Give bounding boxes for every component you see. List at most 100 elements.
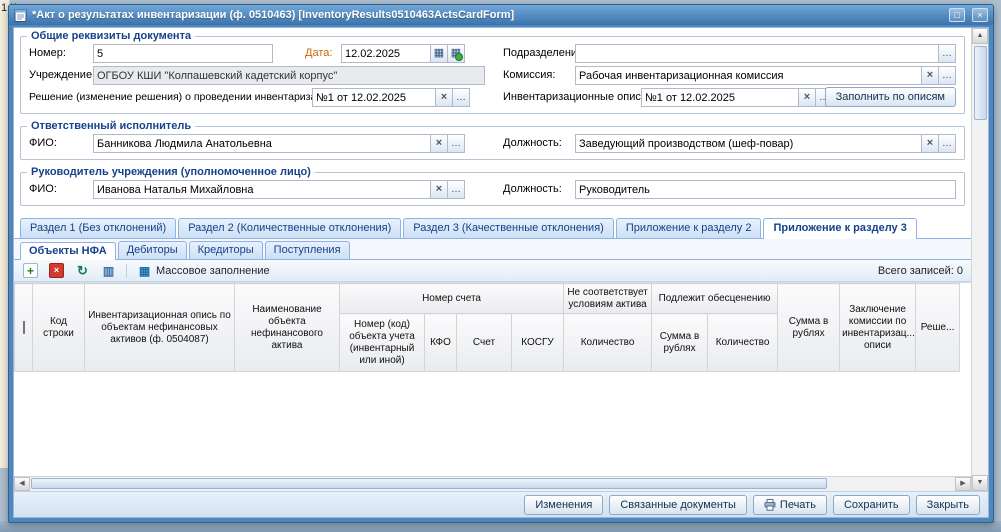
column-header-object-number[interactable]: Номер (код) объекта учета (инвентарный и… [339,313,425,372]
mass-fill-icon: ▦ [138,263,151,278]
head-fio-input[interactable] [93,180,431,199]
select-all-checkbox[interactable] [22,320,25,334]
nfa-objects-grid: Код строки Инвентаризационная опись по о… [14,282,971,491]
mass-fill-button[interactable]: ▦ Массовое заполнение [134,261,273,280]
print-button-label: Печать [779,498,816,511]
commission-input[interactable] [575,66,922,85]
responsible-fieldset: Ответственный исполнитель ФИО: × … Должн… [20,120,965,160]
grid-horizontal-scrollbar[interactable]: ◀ ▶ [14,476,971,491]
fill-by-inventories-button[interactable]: Заполнить по описям [824,87,956,107]
select-all-header[interactable] [14,283,33,372]
head-fio-lookup-button[interactable]: … [448,180,465,199]
responsible-position-clear-button[interactable]: × [922,134,939,153]
decision-lookup-button[interactable]: … [453,88,470,107]
grid-body-empty[interactable] [14,372,971,476]
close-button[interactable]: × [972,8,988,22]
head-position-input[interactable] [575,180,956,199]
column-header-kosgu[interactable]: КОСГУ [510,313,565,372]
close-form-button[interactable]: Закрыть [915,494,980,515]
head-fio-label: ФИО: [29,183,57,195]
inventories-clear-button[interactable]: × [799,88,816,107]
column-header-account[interactable]: Счет [456,313,512,372]
footer-button-bar: Изменения Связанные документы Печать Сох… [14,491,988,517]
mass-fill-label: Массовое заполнение [156,264,270,277]
column-header-qty-impairment[interactable]: Количество [707,313,779,372]
head-position-label: Должность: [503,183,562,195]
maximize-button[interactable]: □ [949,8,965,22]
tab-prilozhenie-3[interactable]: Приложение к разделу 3 [763,218,917,239]
horizontal-scroll-track[interactable] [30,477,955,491]
department-lookup-button[interactable]: … [939,44,956,63]
responsible-fio-clear-button[interactable]: × [431,134,448,153]
column-header-object-name[interactable]: Наименование объекта нефинансового актив… [234,283,340,372]
printer-icon [764,498,776,511]
commission-clear-button[interactable]: × [922,66,939,85]
form-vertical-scrollbar[interactable]: ▲ ▼ [971,28,988,491]
calendar-icon[interactable]: ▦ [431,44,448,63]
column-header-sum-rub-2[interactable]: Сумма в рублях [777,283,841,372]
window-body: Общие реквизиты документа Номер: Дата: ▦… [13,27,989,518]
subtab-kreditory[interactable]: Кредиторы [188,241,263,259]
responsible-fio-lookup-button[interactable]: … [448,134,465,153]
column-header-row-code[interactable]: Код строки [32,283,85,372]
grid-toolbar: + × ↻ ▥ ▦ Массовое заполнение Всего запи… [14,260,971,282]
general-row-1: Номер: Дата: ▦ ▦ Подразделение: [27,43,958,65]
save-button[interactable]: Сохранить [832,494,910,515]
date-label[interactable]: Дата: [305,47,332,59]
refresh-icon: ↻ [77,263,88,278]
general-fieldset: Общие реквизиты документа Номер: Дата: ▦… [20,30,965,114]
responsible-position-input[interactable] [575,134,922,153]
responsible-fio-input[interactable] [93,134,431,153]
copy-row-button[interactable]: ▥ [98,261,119,280]
column-header-sum-rub-1[interactable]: Сумма в рублях [651,313,709,372]
tab-razdel-3[interactable]: Раздел 3 (Качественные отклонения) [403,218,614,238]
tab-razdel-2[interactable]: Раздел 2 (Количественные отклонения) [178,218,402,238]
window-title: *Акт о результатах инвентаризации (ф. 05… [32,9,515,21]
decision-input[interactable] [312,88,436,107]
scroll-up-arrow[interactable]: ▲ [972,28,988,44]
inventories-input[interactable] [641,88,799,107]
add-row-button[interactable]: + [20,261,41,280]
head-row: ФИО: × … Должность: [27,179,958,201]
print-button[interactable]: Печать [752,494,827,515]
tab-prilozhenie-2[interactable]: Приложение к разделу 2 [615,218,762,238]
form-icon [14,8,27,22]
decision-clear-button[interactable]: × [436,88,453,107]
vertical-scroll-track[interactable] [972,44,988,475]
scroll-down-arrow[interactable]: ▼ [972,475,988,491]
refresh-button[interactable]: ↻ [72,261,93,280]
column-header-qty-not-matching[interactable]: Количество [563,313,653,372]
subtab-postupleniya[interactable]: Поступления [264,241,350,259]
subtab-obekty-nfa[interactable]: Объекты НФА [20,242,116,260]
institution-input [93,66,485,85]
commission-lookup-button[interactable]: … [939,66,956,85]
date-input[interactable] [341,44,431,63]
department-label: Подразделение: [503,47,587,59]
tab-razdel-1[interactable]: Раздел 1 (Без отклонений) [20,218,177,238]
column-header-commission-conclusion[interactable]: Заключение комиссии по инвентаризац... о… [839,283,917,372]
commission-label: Комиссия: [503,69,556,81]
delete-row-button[interactable]: × [46,261,67,280]
inventory-act-window: *Акт о результатах инвентаризации (ф. 05… [8,4,994,523]
related-documents-button[interactable]: Связанные документы [609,494,747,515]
number-input[interactable] [93,44,273,63]
head-fio-clear-button[interactable]: × [431,180,448,199]
changes-button[interactable]: Изменения [524,494,604,515]
column-header-inventory-list[interactable]: Инвентаризационная опись по объектам неф… [84,283,235,372]
head-legend: Руководитель учреждения (уполномоченное … [31,166,311,178]
calendar-today-icon[interactable]: ▦ [448,44,465,63]
department-input[interactable] [575,44,939,63]
column-header-decision[interactable]: Реше... [915,283,961,372]
sub-tabstrip: Объекты НФА Дебиторы Кредиторы Поступлен… [14,239,971,260]
vertical-scroll-thumb[interactable] [973,46,987,120]
column-header-kfo[interactable]: КФО [424,313,457,372]
scroll-left-arrow[interactable]: ◀ [14,477,30,491]
horizontal-scroll-thumb[interactable] [31,478,827,489]
number-label: Номер: [29,47,66,59]
scroll-right-arrow[interactable]: ▶ [955,477,971,491]
responsible-position-label: Должность: [503,137,562,149]
subtab-debitory[interactable]: Дебиторы [117,241,187,259]
window-titlebar[interactable]: *Акт о результатах инвентаризации (ф. 05… [9,5,993,25]
general-row-3: Решение (изменение решения) о проведении… [27,87,958,109]
responsible-position-lookup-button[interactable]: … [939,134,956,153]
